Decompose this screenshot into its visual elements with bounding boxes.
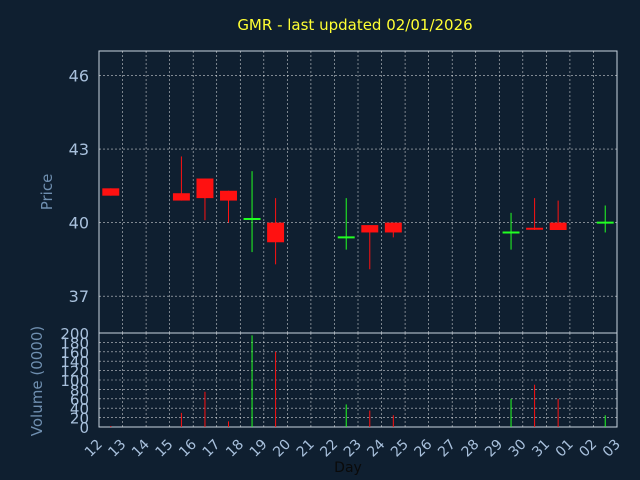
x-tick-label: 13 [105, 437, 129, 461]
x-tick-label: 26 [412, 436, 436, 460]
candle-body [267, 222, 285, 243]
volume-axis-label: Volume (0000) [28, 326, 46, 436]
x-tick-label: 18 [223, 437, 247, 461]
x-tick-label: 15 [153, 437, 177, 461]
x-tick-label: 12 [82, 437, 106, 461]
x-tick-label: 22 [317, 437, 341, 461]
candlestick [243, 171, 261, 253]
x-tick-label: 02 [576, 437, 600, 461]
x-tick-label: 25 [388, 437, 412, 461]
candle-body [220, 190, 237, 201]
x-tick-label: 28 [459, 437, 483, 461]
x-tick-label: 17 [200, 437, 224, 461]
x-tick-label: 03 [600, 437, 624, 461]
chart-title: GMR - last updated 02/01/2026 [237, 16, 472, 34]
x-tick-label: 29 [482, 437, 506, 461]
candlestick [267, 198, 285, 265]
candle-body [172, 193, 190, 201]
price-tick-label: 40 [69, 214, 89, 233]
x-tick-label: 21 [294, 437, 318, 461]
x-tick-label: 24 [364, 436, 388, 460]
candlestick [102, 188, 120, 196]
candle-body [549, 222, 567, 231]
candlestick [384, 222, 402, 238]
candlestick [220, 190, 237, 223]
x-tick-label: 14 [129, 436, 153, 460]
price-tick-label: 46 [69, 67, 89, 86]
candle-body [196, 178, 214, 199]
candlestick [361, 225, 379, 270]
candlestick [596, 205, 614, 233]
x-tick-label: 16 [176, 436, 200, 460]
x-tick-label: 19 [247, 437, 271, 461]
x-tick-label: 30 [506, 437, 530, 461]
candlestick [337, 198, 355, 250]
price-tick-label: 43 [69, 140, 89, 159]
candle-body [102, 188, 120, 196]
stock-chart: GMR - last updated 02/01/2026 37 40 43 46 P… [28, 16, 624, 476]
x-tick-label: 31 [529, 437, 553, 461]
price-panel: 37 40 43 46 [69, 50, 618, 334]
x-tick-label: 20 [270, 437, 294, 461]
candle-body [361, 225, 379, 233]
x-axis-label: Day [334, 460, 362, 476]
volume-panel: 12 13 14 15 16 17 18 19 20 21 22 23 24 25 26 27 28 29 30 31… [60, 325, 623, 460]
price-tick-label: 37 [69, 287, 89, 306]
volume-tick-label: 200 [60, 325, 89, 343]
price-axis-label: Price [38, 174, 56, 211]
candlestick [502, 212, 520, 250]
x-tick-label: 27 [435, 437, 459, 461]
x-tick-label: 23 [341, 437, 365, 461]
candlestick [196, 178, 214, 221]
candlestick [549, 200, 567, 231]
x-tick-label: 01 [553, 437, 577, 461]
candlestick [172, 156, 190, 201]
candlestick [526, 198, 544, 231]
candle-body [384, 222, 402, 233]
